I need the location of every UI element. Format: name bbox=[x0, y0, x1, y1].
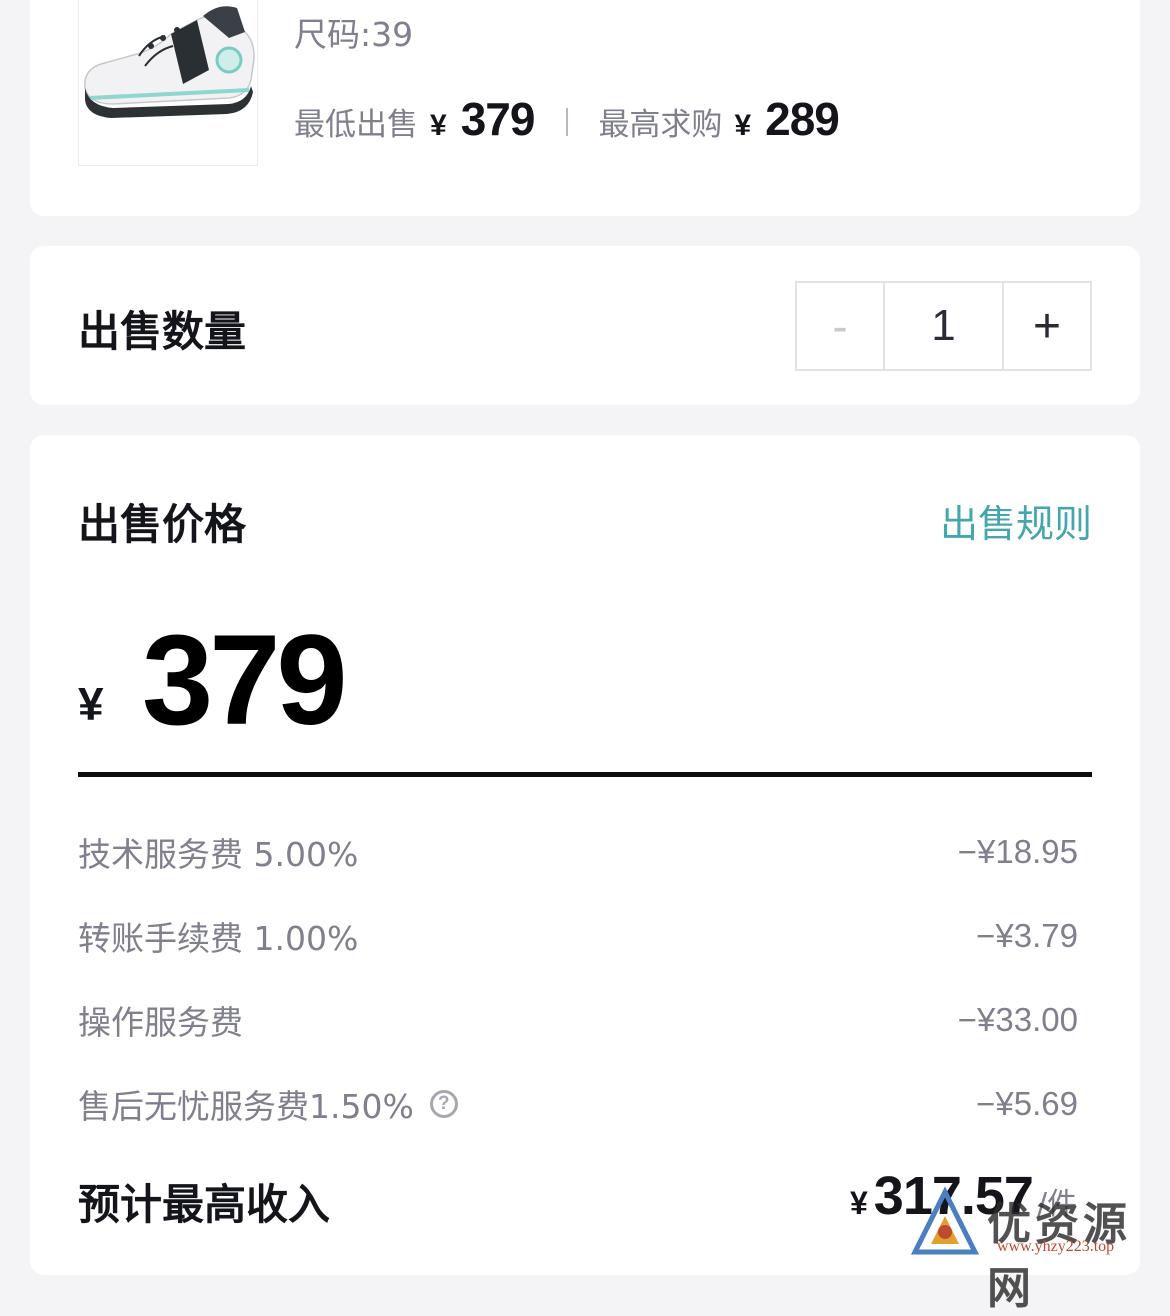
price-title: 出售价格 bbox=[78, 500, 247, 549]
price-divider bbox=[566, 108, 569, 136]
highest-bid-label: 最高求购 bbox=[598, 107, 723, 143]
highest-bid-price: 289 bbox=[765, 93, 840, 145]
decrement-button[interactable]: - bbox=[797, 283, 885, 369]
quantity-title: 出售数量 bbox=[78, 307, 247, 356]
fee-label: 售后无忧服务费1.50% bbox=[78, 1087, 414, 1126]
sell-rules-link[interactable]: 出售规则 bbox=[940, 493, 1092, 548]
fee-label-wrap: 售后无忧服务费1.50% ? bbox=[78, 1080, 458, 1128]
price-summary-row: 最低出售 ¥ 379 最高求购 ¥ 289 bbox=[294, 92, 840, 152]
fee-row: 售后无忧服务费1.50% ? −¥5.69 bbox=[78, 1079, 1078, 1129]
quantity-value[interactable]: 1 bbox=[885, 283, 1002, 369]
product-thumbnail[interactable] bbox=[78, 0, 258, 166]
size-label: 尺码:39 bbox=[294, 15, 414, 54]
fee-row: 操作服务费 −¥33.00 bbox=[78, 995, 1078, 1045]
price-input-underline bbox=[78, 772, 1092, 777]
income-currency: ¥ bbox=[850, 1185, 868, 1221]
highest-bid-currency: ¥ bbox=[734, 109, 752, 142]
fee-label: 操作服务费 bbox=[78, 1003, 243, 1042]
sneaker-image bbox=[84, 6, 255, 118]
fee-value: −¥5.69 bbox=[976, 1085, 1078, 1122]
price-card: 出售价格 出售规则 ¥ 379 技术服务费 5.00% −¥18.95 转账手续… bbox=[30, 435, 1140, 1275]
fee-label: 转账手续费 1.00% bbox=[78, 919, 359, 958]
quantity-stepper: - 1 + bbox=[795, 281, 1092, 371]
lowest-sell-label: 最低出售 bbox=[294, 107, 418, 143]
fee-value: −¥33.00 bbox=[957, 1001, 1078, 1038]
fee-row: 技术服务费 5.00% −¥18.95 bbox=[78, 827, 1078, 877]
quantity-card: 出售数量 - 1 + bbox=[30, 246, 1140, 405]
product-card: 尺码:39 最低出售 ¥ 379 最高求购 ¥ 289 bbox=[30, 0, 1140, 216]
lowest-sell-price: 379 bbox=[460, 93, 536, 145]
income-value: ¥ 317.57 /件 bbox=[850, 1165, 1077, 1227]
help-icon[interactable]: ? bbox=[429, 1090, 458, 1118]
income-amount: 317.57 bbox=[873, 1166, 1034, 1226]
fee-value: −¥18.95 bbox=[957, 833, 1078, 870]
lowest-sell-currency: ¥ bbox=[430, 109, 447, 142]
fee-value: −¥3.79 bbox=[976, 917, 1078, 954]
price-currency: ¥ bbox=[78, 678, 104, 730]
income-unit: /件 bbox=[1036, 1187, 1078, 1222]
price-input[interactable]: 379 bbox=[142, 607, 348, 754]
increment-button[interactable]: + bbox=[1002, 283, 1090, 369]
fee-row: 转账手续费 1.00% −¥3.79 bbox=[78, 911, 1078, 961]
fee-label: 技术服务费 5.00% bbox=[78, 835, 359, 874]
income-label: 预计最高收入 bbox=[78, 1180, 331, 1229]
